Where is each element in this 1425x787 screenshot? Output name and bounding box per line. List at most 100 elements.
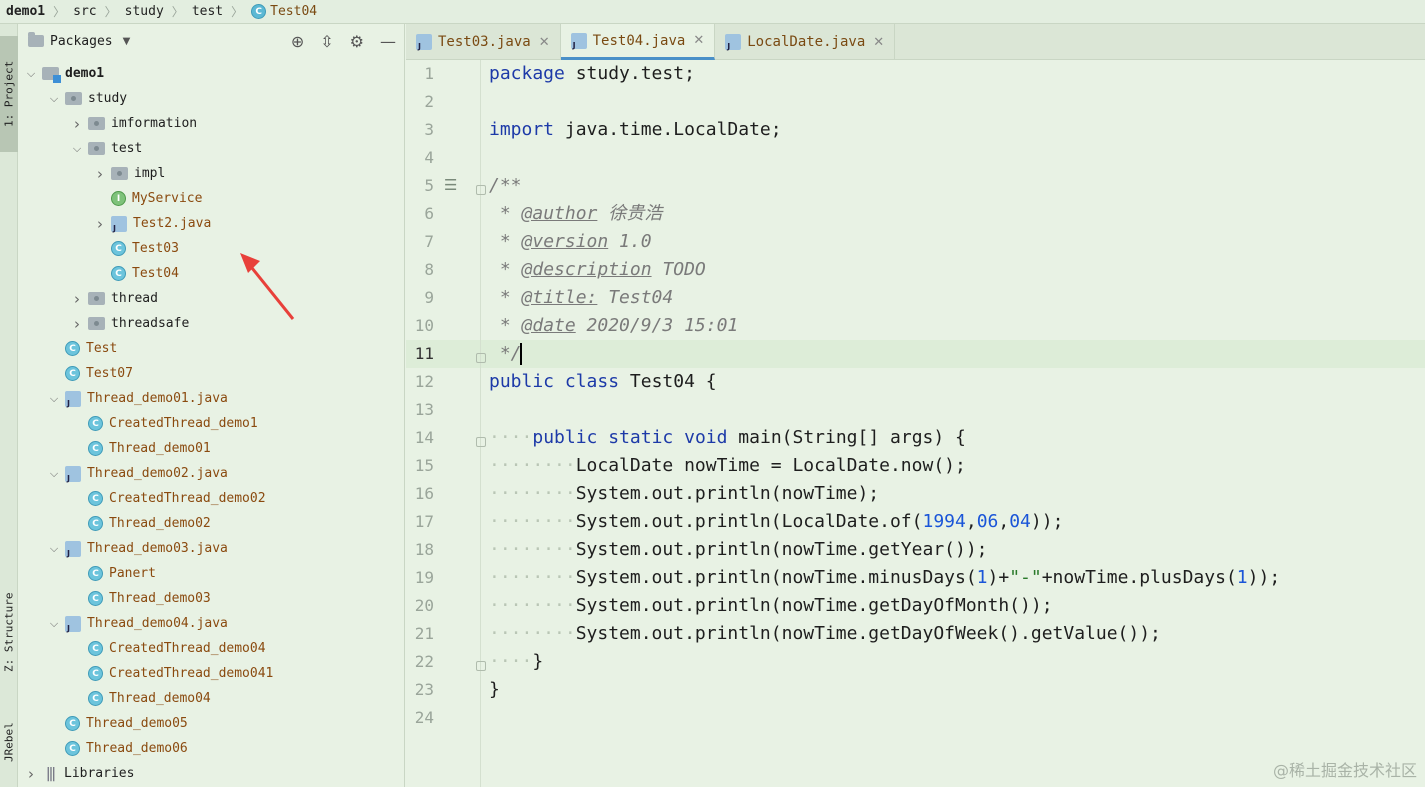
- code-line-19: ········System.out.println(nowTime.minus…: [489, 564, 1280, 592]
- breadcrumb-item-test[interactable]: test: [192, 4, 223, 19]
- code-line-7: * @version 1.0: [489, 228, 652, 256]
- tree-item[interactable]: ⌵ Thread_demo02.java: [18, 461, 405, 486]
- tree-item[interactable]: C Test04: [18, 261, 405, 286]
- tree-item[interactable]: C Thread_demo06: [18, 736, 405, 761]
- comment-text: Test04: [597, 287, 674, 308]
- line-number: 18: [414, 540, 434, 559]
- chevron-right-icon[interactable]: ›: [70, 315, 84, 333]
- code-line-17: ········System.out.println(LocalDate.of(…: [489, 511, 1064, 532]
- rendered-doc-icon[interactable]: ☰: [444, 176, 457, 194]
- editor-tab[interactable]: Test04.java ✕: [560, 24, 716, 60]
- tree-item-label: Libraries: [64, 766, 135, 781]
- close-icon[interactable]: ✕: [539, 35, 550, 50]
- tree-item[interactable]: C Thread_demo01: [18, 436, 405, 461]
- structure-tool-tab[interactable]: Z: Structure: [0, 576, 18, 688]
- structure-tool-tab-label: Z: Structure: [2, 592, 16, 672]
- tree-item[interactable]: › impl: [18, 161, 405, 186]
- tree-item[interactable]: › thread: [18, 286, 405, 311]
- chevron-right-icon[interactable]: ›: [24, 765, 38, 783]
- chevron-down-icon[interactable]: ⌵: [47, 392, 61, 406]
- editor-tab[interactable]: LocalDate.java ✕: [715, 24, 896, 60]
- jrebel-tool-tab[interactable]: JRebel: [0, 704, 18, 780]
- code-editor[interactable]: 1 2 3 4 5 6 7 8 9 10 11 12 13 14 15 16 17 18 19 20 21 22 23 24 …: [406, 60, 1425, 787]
- tree-item[interactable]: C Thread_demo03: [18, 586, 405, 611]
- fold-marker[interactable]: [476, 661, 486, 671]
- code-line-9: * @title: Test04: [489, 284, 673, 312]
- code-text: study.test;: [564, 63, 695, 84]
- line-number: 23: [414, 680, 434, 699]
- breadcrumb-item-src[interactable]: src: [73, 4, 96, 19]
- tree-item-label: Test: [86, 341, 118, 356]
- chevron-down-icon[interactable]: ⌵: [47, 542, 61, 556]
- tree-item-label: Thread_demo06: [86, 741, 188, 756]
- code-text: +nowTime.plusDays(: [1041, 567, 1237, 588]
- tree-item[interactable]: C Test03: [18, 236, 405, 261]
- fold-marker[interactable]: [476, 353, 486, 363]
- keyword: void: [684, 427, 728, 448]
- tree-item[interactable]: C Thread_demo04: [18, 686, 405, 711]
- tree-item[interactable]: ⌵ test: [18, 136, 405, 161]
- editor-tab[interactable]: Test03.java ✕: [406, 24, 561, 60]
- tree-item[interactable]: › Test2.java: [18, 211, 405, 236]
- tree-item[interactable]: ⌵ study: [18, 86, 405, 111]
- tree-item[interactable]: › threadsafe: [18, 311, 405, 336]
- locate-icon[interactable]: ⊕: [291, 32, 304, 51]
- view-mode-label: Packages: [50, 33, 113, 49]
- tree-item[interactable]: C CreatedThread_demo041: [18, 661, 405, 686]
- breadcrumb-item-study[interactable]: study: [125, 4, 164, 19]
- comment-text: *: [489, 203, 522, 224]
- tree-item[interactable]: C Test07: [18, 361, 405, 386]
- tree-item[interactable]: I MyService: [18, 186, 405, 211]
- annotation-arrow: [240, 253, 295, 320]
- tree-item[interactable]: ⌵ demo1: [18, 61, 405, 86]
- tree-item[interactable]: › imformation: [18, 111, 405, 136]
- chevron-right-icon[interactable]: ›: [93, 165, 107, 183]
- whitespace-marker: ········: [489, 483, 576, 504]
- tree-item[interactable]: C CreatedThread_demo04: [18, 636, 405, 661]
- class-icon: C: [65, 741, 80, 756]
- breadcrumb-item-test04[interactable]: C Test04: [251, 4, 317, 19]
- chevron-down-icon[interactable]: ⌵: [47, 617, 61, 631]
- tree-item[interactable]: ⌵ Thread_demo01.java: [18, 386, 405, 411]
- tree-item[interactable]: C Thread_demo02: [18, 511, 405, 536]
- fold-marker[interactable]: [476, 185, 486, 195]
- chevron-down-icon[interactable]: ⌵: [24, 67, 38, 81]
- chevron-down-icon[interactable]: ⌵: [47, 467, 61, 481]
- line-number: 17: [414, 512, 434, 531]
- code-text: System.out.println(nowTime.getDayOfWeek(…: [575, 623, 1161, 644]
- keyword: package: [489, 63, 565, 84]
- view-mode-dropdown[interactable]: Packages ▼: [28, 32, 130, 49]
- tree-item-label: imformation: [111, 116, 198, 131]
- breadcrumb-item-demo1[interactable]: demo1: [6, 4, 45, 19]
- chevron-right-icon[interactable]: ›: [93, 215, 107, 233]
- code-line-11: */: [489, 343, 522, 364]
- code-line-21: ········System.out.println(nowTime.getDa…: [489, 620, 1161, 648]
- tree-item[interactable]: C Panert: [18, 561, 405, 586]
- chevron-down-icon[interactable]: ⌵: [47, 92, 61, 106]
- keyword: public: [532, 427, 598, 448]
- minimize-icon[interactable]: —: [380, 32, 396, 51]
- project-tool-tab[interactable]: 1: Project: [0, 36, 18, 152]
- tree-item[interactable]: ⌵ Thread_demo03.java: [18, 536, 405, 561]
- close-icon[interactable]: ✕: [693, 33, 704, 48]
- gear-icon[interactable]: ⚙: [350, 32, 364, 51]
- fold-marker[interactable]: [476, 437, 486, 447]
- chevron-right-icon[interactable]: ›: [70, 115, 84, 133]
- chevron-down-icon[interactable]: ⌵: [70, 142, 84, 156]
- code-text: }: [532, 651, 544, 672]
- collapse-all-icon[interactable]: ⇳: [320, 32, 333, 51]
- tree-item-label: Test03: [132, 241, 179, 256]
- tree-item[interactable]: C Test: [18, 336, 405, 361]
- comment-text: TODO: [651, 259, 706, 280]
- chevron-right-icon[interactable]: ›: [70, 290, 84, 308]
- tree-item[interactable]: › ||| Libraries: [18, 761, 405, 786]
- comment-text: 1.0: [608, 231, 652, 252]
- tree-item[interactable]: C CreatedThread_demo1: [18, 411, 405, 436]
- whitespace-marker: ········: [489, 595, 576, 616]
- code-line-10: * @date 2020/9/3 15:01: [489, 312, 738, 340]
- tree-item[interactable]: C Thread_demo05: [18, 711, 405, 736]
- package-icon: [88, 292, 105, 305]
- tree-item[interactable]: ⌵ Thread_demo04.java: [18, 611, 405, 636]
- tree-item[interactable]: C CreatedThread_demo02: [18, 486, 405, 511]
- close-icon[interactable]: ✕: [873, 35, 884, 50]
